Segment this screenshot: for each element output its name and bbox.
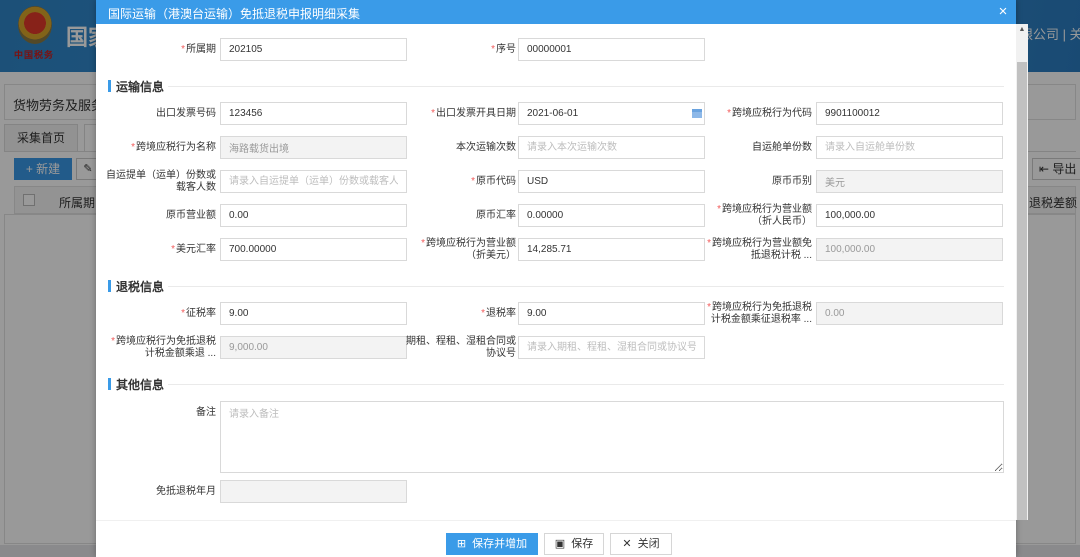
label-period: *所属期 <box>181 44 216 55</box>
usd-rate-input[interactable] <box>220 238 407 261</box>
label-orig-rate: 原币汇率 <box>476 210 516 221</box>
label-revenue-usd: *跨境应税行为营业额（折美元） <box>421 238 516 261</box>
close-button[interactable]: ✕ 关闭 <box>610 533 672 555</box>
invoice-no-input[interactable] <box>220 102 407 125</box>
remark-textarea[interactable] <box>220 401 1004 473</box>
label-seq: *序号 <box>491 44 516 55</box>
label-diff-amount: *跨境应税行为免抵退税计税金额乘征退税率 ... <box>707 302 812 325</box>
ship-bills-input[interactable] <box>816 136 1003 159</box>
label-currency-name: 原币币别 <box>772 176 812 187</box>
label-refund-month: 免抵退税年月 <box>156 486 216 497</box>
label-levy-rate: *征税率 <box>181 308 216 319</box>
exempt-basis-input <box>816 238 1003 261</box>
orig-rate-input[interactable] <box>518 204 705 227</box>
levy-rate-input[interactable] <box>220 302 407 325</box>
trip-count-input[interactable] <box>518 136 705 159</box>
bills-or-passengers-input[interactable] <box>220 170 407 193</box>
seq-input[interactable] <box>518 38 705 61</box>
label-refund-amount: *跨境应税行为免抵退税计税金额乘退 ... <box>111 336 216 359</box>
label-ship-bills: 自运舱单份数 <box>752 142 812 153</box>
dialog-title: 国际运输（港澳台运输）免抵退税申报明细采集 <box>108 7 361 21</box>
vertical-scrollbar[interactable]: ▲ <box>1016 24 1028 520</box>
label-invoice-no: 出口发票号码 <box>156 108 216 119</box>
refund-rate-input[interactable] <box>518 302 705 325</box>
label-orig-revenue: 原币营业额 <box>166 210 216 221</box>
label-refund-rate: *退税率 <box>481 308 516 319</box>
label-contract-no: 期租、程租、湿租合同或协议号 <box>406 336 516 359</box>
close-icon[interactable]: × <box>994 2 1012 22</box>
behavior-code-input[interactable] <box>816 102 1003 125</box>
detail-collect-dialog: 国际运输（港澳台运输）免抵退税申报明细采集 × *所属期 *序号 运输信息 出口… <box>96 0 1028 557</box>
label-usd-rate: *美元汇率 <box>171 244 216 255</box>
add-box-icon: ⊞ <box>456 538 467 550</box>
label-behavior-code: *跨境应税行为代码 <box>727 108 812 119</box>
label-revenue-cny: *跨境应税行为营业额（折人民币） <box>717 204 812 227</box>
label-currency-code: *原币代码 <box>471 176 516 187</box>
section-transport-title: 运输信息 <box>108 78 164 94</box>
revenue-usd-input[interactable] <box>518 238 705 261</box>
diff-amount-input <box>816 302 1003 325</box>
calendar-icon[interactable] <box>692 109 702 118</box>
dialog-header: 国际运输（港澳台运输）免抵退税申报明细采集 × <box>96 0 1016 24</box>
divider <box>168 286 1004 287</box>
label-exempt-basis: *跨境应税行为营业额免抵退税计税 ... <box>707 238 812 261</box>
section-other-title: 其他信息 <box>108 376 164 392</box>
label-trip-count: 本次运输次数 <box>456 142 516 153</box>
currency-name-input <box>816 170 1003 193</box>
currency-code-input[interactable] <box>518 170 705 193</box>
refund-amount-input <box>220 336 407 359</box>
period-input[interactable] <box>220 38 407 61</box>
save-and-add-button[interactable]: ⊞ 保存并增加 <box>446 533 538 555</box>
label-invoice-date: *出口发票开具日期 <box>431 108 516 119</box>
x-icon: ✕ <box>622 538 632 550</box>
orig-revenue-input[interactable] <box>220 204 407 227</box>
dialog-body: *所属期 *序号 运输信息 出口发票号码 *出口发票开具日期 *跨境应税行为代码… <box>96 24 1016 520</box>
divider <box>168 384 1004 385</box>
dialog-footer: ⊞ 保存并增加 ▣ 保存 ✕ 关闭 <box>96 520 1016 557</box>
floppy-icon: ▣ <box>554 538 566 550</box>
label-bills-or-passengers: 自运提单（运单）份数或载客人数 <box>106 170 216 193</box>
contract-no-input[interactable] <box>518 336 705 359</box>
section-refund-title: 退税信息 <box>108 278 164 294</box>
revenue-cny-input[interactable] <box>816 204 1003 227</box>
scrollbar-thumb[interactable] <box>1017 62 1027 520</box>
behavior-name-input <box>220 136 407 159</box>
scroll-up-arrow-icon[interactable]: ▲ <box>1016 24 1028 36</box>
label-behavior-name: *跨境应税行为名称 <box>131 142 216 153</box>
divider <box>168 86 1004 87</box>
invoice-date-input[interactable] <box>518 102 705 125</box>
save-button[interactable]: ▣ 保存 <box>544 533 604 555</box>
refund-month-input <box>220 480 407 503</box>
label-remark: 备注 <box>196 407 216 418</box>
